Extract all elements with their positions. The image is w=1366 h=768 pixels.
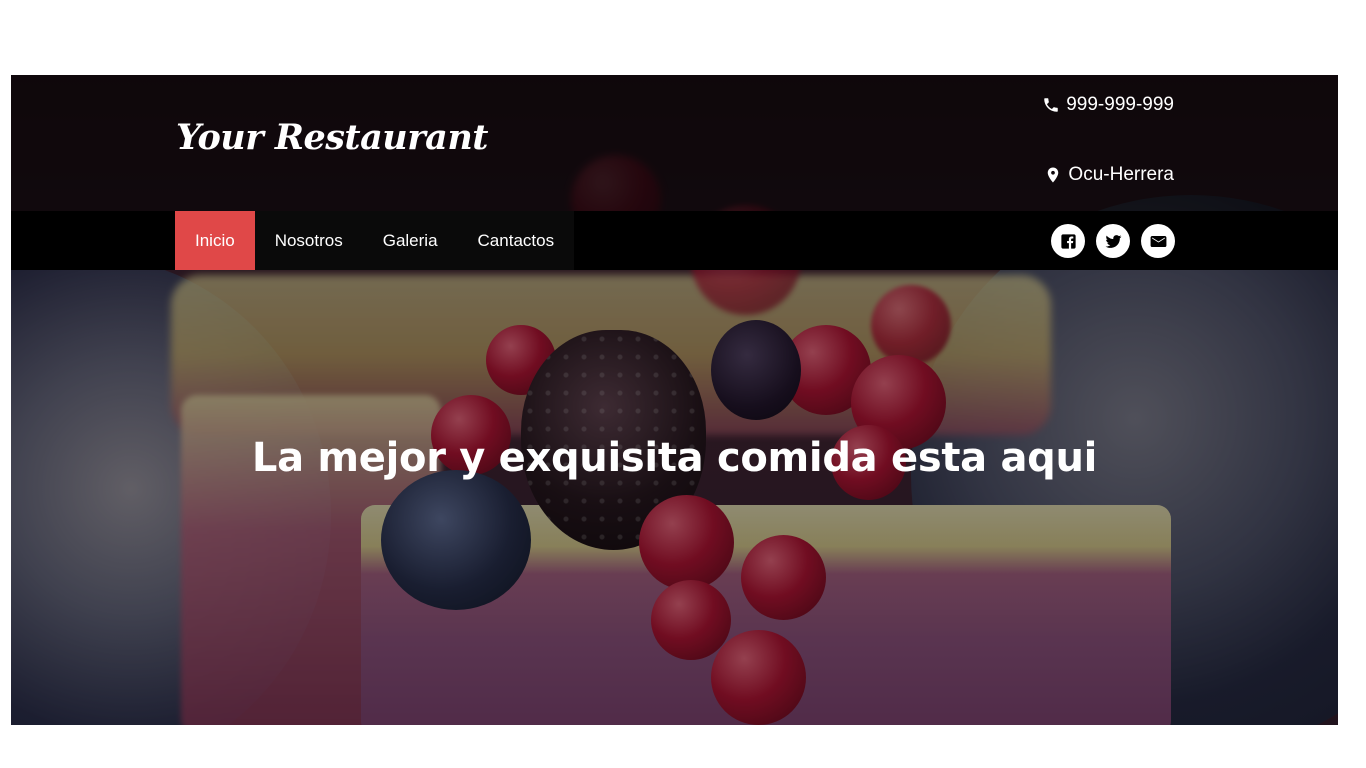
- hero-title: La mejor y exquisita comida esta aqui: [251, 435, 1098, 481]
- facebook-button[interactable]: [1051, 224, 1085, 258]
- map-marker-icon: [1048, 167, 1059, 183]
- phone-contact: 999-999-999: [1042, 94, 1174, 116]
- social-links: [1051, 224, 1175, 258]
- nav-item-galeria[interactable]: Galeria: [363, 211, 458, 270]
- email-button[interactable]: [1141, 224, 1175, 258]
- navbar: Inicio Nosotros Galeria Cantactos: [11, 211, 1338, 270]
- facebook-icon: [1060, 233, 1076, 249]
- twitter-icon: [1105, 234, 1121, 248]
- location-text: Ocu-Herrera: [1068, 164, 1174, 185]
- main-nav: Inicio Nosotros Galeria Cantactos: [175, 211, 575, 270]
- header-top: Your Restaurant 999-999-999 Ocu-Herrera: [11, 75, 1338, 211]
- nav-item-inicio[interactable]: Inicio: [175, 211, 255, 270]
- restaurant-logo[interactable]: Your Restaurant: [176, 117, 488, 158]
- phone-icon: [1044, 98, 1058, 112]
- phone-number: 999-999-999: [1066, 94, 1174, 115]
- twitter-button[interactable]: [1096, 224, 1130, 258]
- nav-item-cantactos[interactable]: Cantactos: [458, 211, 575, 270]
- hero-section: Your Restaurant 999-999-999 Ocu-Herrera …: [11, 75, 1338, 725]
- location-contact: Ocu-Herrera: [1044, 164, 1174, 186]
- envelope-icon: [1150, 235, 1166, 247]
- nav-item-nosotros[interactable]: Nosotros: [255, 211, 363, 270]
